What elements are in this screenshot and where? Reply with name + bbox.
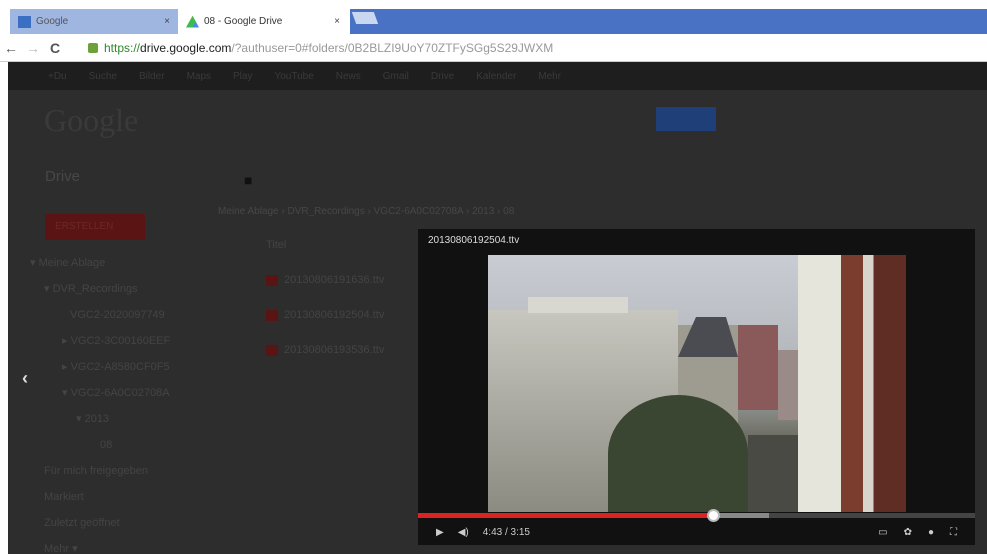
roof xyxy=(678,317,738,357)
file-name: 20130806192504.ttv xyxy=(284,309,385,321)
captions-icon[interactable]: ▭ xyxy=(878,527,887,538)
tab-strip-background xyxy=(350,9,987,34)
tab-google-drive[interactable]: 08 - Google Drive × xyxy=(178,9,350,34)
file-name: 20130806191636.ttv xyxy=(284,274,385,286)
drive-title: Drive xyxy=(45,168,81,185)
building-red xyxy=(738,325,778,410)
nav-starred[interactable]: Markiert xyxy=(30,484,170,510)
tree-item[interactable]: ▾ VGC2-6A0C02708A xyxy=(30,380,170,406)
tab-strip: Google × 08 - Google Drive × xyxy=(0,0,987,34)
player-controls: ▶ ◀) 4:43 / 3:15 ▭ ✿ ● ⛶ xyxy=(418,520,975,545)
browser-toolbar: ← → C https:// drive.google.com /?authus… xyxy=(0,34,987,62)
nav-recent[interactable]: Zuletzt geöffnet xyxy=(30,510,170,536)
new-tab-button[interactable] xyxy=(351,12,379,24)
seek-bar[interactable] xyxy=(418,509,975,522)
close-tab-icon[interactable]: × xyxy=(164,16,170,27)
tree-item[interactable]: ▾ DVR_Recordings xyxy=(30,276,170,302)
google-logo: Google xyxy=(44,102,139,138)
lock-icon xyxy=(88,43,98,53)
nav-more[interactable]: Mehr ▾ xyxy=(30,536,170,554)
close-tab-icon[interactable]: × xyxy=(334,16,340,27)
file-row[interactable]: 20130806191636.ttv xyxy=(266,263,384,298)
time-display: 4:43 / 3:15 xyxy=(482,527,530,538)
tab-label: 08 - Google Drive xyxy=(204,16,283,27)
file-row[interactable]: 20130806192504.ttv xyxy=(266,298,384,333)
drive-favicon-icon xyxy=(186,15,199,28)
tab-google[interactable]: Google × xyxy=(10,9,180,34)
played-bar xyxy=(418,513,714,518)
previous-file-arrow-icon[interactable]: ‹ xyxy=(22,368,28,389)
url-host: drive.google.com xyxy=(140,41,232,55)
video-file-icon xyxy=(266,344,278,356)
forward-button[interactable]: → xyxy=(22,40,44,56)
search-button[interactable] xyxy=(656,107,716,131)
video-file-icon xyxy=(266,274,278,286)
tree-item[interactable]: ▾ Meine Ablage xyxy=(30,250,170,276)
tree-item[interactable]: ▸ VGC2-A8580CF0F5 xyxy=(30,354,170,380)
tree-item[interactable]: VGC2-2020097749 xyxy=(30,302,170,328)
google-bar: +Du Suche Bilder Maps Play YouTube News Gmail Dr… xyxy=(8,62,987,90)
volume-icon[interactable]: ◀) xyxy=(458,527,469,538)
folder-tree: ▾ Meine Ablage ▾ DVR_Recordings VGC2-202… xyxy=(30,250,170,554)
back-button[interactable]: ← xyxy=(0,40,22,56)
foreground-building xyxy=(798,255,906,512)
fullscreen-icon[interactable]: ⛶ xyxy=(950,527,957,538)
building-roof xyxy=(528,297,628,313)
video-file-icon xyxy=(266,309,278,321)
column-title[interactable]: Titel xyxy=(266,228,384,263)
file-name: 20130806193536.ttv xyxy=(284,344,385,356)
video-title: 20130806192504.ttv xyxy=(428,235,520,246)
play-icon[interactable]: ▶ xyxy=(436,527,444,538)
create-label: ERSTELLEN xyxy=(55,221,114,232)
folder-icon: ■ xyxy=(244,172,253,188)
reload-button[interactable]: C xyxy=(44,40,66,56)
trees xyxy=(608,395,748,512)
google-favicon-icon xyxy=(18,15,31,28)
file-row[interactable]: 20130806193536.ttv xyxy=(266,333,384,368)
tree-item[interactable]: ▾ 2013 xyxy=(30,406,170,432)
options-icon[interactable]: ● xyxy=(928,527,934,538)
create-button[interactable]: ERSTELLEN xyxy=(45,214,145,240)
tab-label: Google xyxy=(36,16,69,27)
url-path: /?authuser=0#folders/0B2BLZI9UoY70ZTFySG… xyxy=(231,41,554,55)
video-player: 20130806192504.ttv ▶ ◀) 4:43 / 3:15 ▭ ✿ … xyxy=(418,229,975,545)
nav-shared[interactable]: Für mich freigegeben xyxy=(30,458,170,484)
address-bar[interactable]: https:// drive.google.com /?authuser=0#f… xyxy=(88,38,977,58)
file-list: Titel 20130806191636.ttv 20130806192504.… xyxy=(266,228,384,368)
tree-item[interactable]: ▸ VGC2-3C00160EEF xyxy=(30,328,170,354)
tree-item[interactable]: 08 xyxy=(30,432,170,458)
settings-icon[interactable]: ✿ xyxy=(904,527,912,538)
video-frame[interactable] xyxy=(488,255,906,512)
url-scheme: https:// xyxy=(104,41,141,55)
breadcrumb[interactable]: Meine Ablage › DVR_Recordings › VGC2-6A0… xyxy=(218,206,514,217)
